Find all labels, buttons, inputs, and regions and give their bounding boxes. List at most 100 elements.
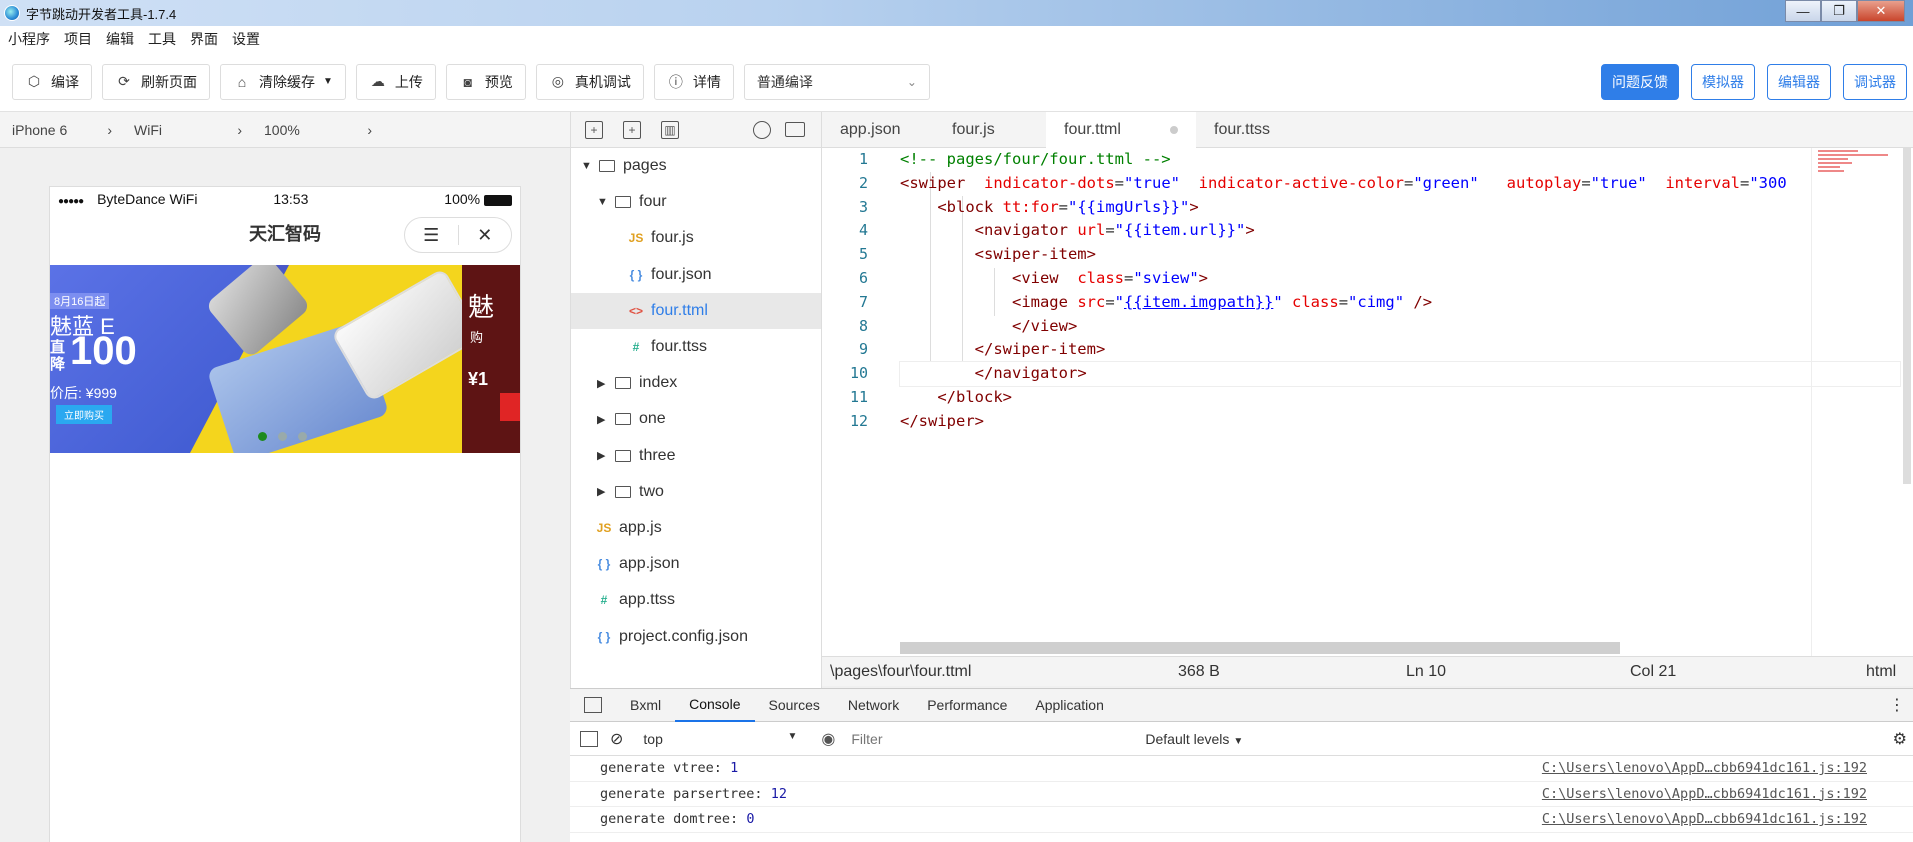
- caret-down-icon[interactable]: ▼: [597, 196, 611, 208]
- unsaved-dot-icon[interactable]: [1170, 126, 1178, 134]
- menu-miniprogram[interactable]: 小程序: [8, 29, 50, 49]
- debugger-toggle[interactable]: 调试器: [1843, 64, 1907, 100]
- code-line[interactable]: <block tt:for="{{imgUrls}}">: [900, 196, 1900, 220]
- gear-icon[interactable]: ⚙: [1893, 729, 1907, 749]
- tree-file[interactable]: { } four.json: [571, 257, 821, 293]
- swiper-banner[interactable]: 8月16日起 魅蓝 E 直降 100 价后: ¥999 立即购买 魅 购 ¥1: [50, 265, 520, 453]
- code-line[interactable]: </swiper-item>: [900, 338, 1900, 362]
- tree-folder[interactable]: ▶ index: [571, 365, 821, 401]
- log-source-link[interactable]: C:\Users\lenovo\AppD…cbb6941dc161.js:192: [1542, 760, 1867, 776]
- delete-icon[interactable]: ▥: [661, 120, 679, 139]
- minimap[interactable]: [1811, 148, 1901, 656]
- menu-project[interactable]: 项目: [64, 29, 92, 49]
- folder-icon[interactable]: [785, 122, 805, 137]
- tree-file[interactable]: # four.ttss: [571, 329, 821, 365]
- code-line[interactable]: </block>: [900, 386, 1900, 410]
- code-line[interactable]: </navigator>: [899, 361, 1901, 387]
- tree-file[interactable]: <> four.ttml: [571, 292, 821, 329]
- sidebar-toggle-icon[interactable]: [580, 730, 598, 747]
- close-icon[interactable]: ✕: [459, 225, 512, 246]
- vertical-scrollbar[interactable]: [1903, 148, 1911, 484]
- console-filter-input[interactable]: [845, 726, 1136, 751]
- editor-toggle[interactable]: 编辑器: [1767, 64, 1831, 100]
- horizontal-scrollbar[interactable]: [900, 642, 1620, 654]
- caret-right-icon[interactable]: ▶: [597, 413, 611, 426]
- menu-icon[interactable]: ☰: [405, 225, 458, 246]
- menu-tools[interactable]: 工具: [148, 29, 176, 49]
- tree-folder[interactable]: ▼ pages: [571, 148, 821, 184]
- zoom-select[interactable]: 100% ›: [252, 122, 382, 138]
- tree-file[interactable]: { } project.config.json: [571, 618, 821, 654]
- tree-file[interactable]: { } app.json: [571, 546, 821, 582]
- tree-file[interactable]: JS app.js: [571, 510, 821, 546]
- tab-app-json[interactable]: app.json: [822, 112, 934, 148]
- new-folder-icon[interactable]: +: [623, 120, 641, 139]
- language-mode[interactable]: html: [1866, 663, 1896, 681]
- indicator-dot[interactable]: [298, 432, 307, 441]
- indicator-dot[interactable]: [258, 432, 267, 441]
- search-icon[interactable]: [753, 120, 771, 139]
- caret-right-icon[interactable]: ▶: [597, 485, 611, 498]
- network-select[interactable]: WiFi ›: [122, 122, 252, 138]
- file-path: \pages\four\four.ttml: [830, 662, 972, 680]
- tree-file[interactable]: JS four.js: [571, 220, 821, 256]
- maximize-button[interactable]: ❐: [1821, 0, 1857, 22]
- menu-edit[interactable]: 编辑: [106, 29, 134, 49]
- menu-settings[interactable]: 设置: [232, 29, 260, 49]
- clear-cache-button[interactable]: ⌂ 清除缓存 ▼: [220, 63, 346, 100]
- clear-console-icon[interactable]: ⊘: [610, 729, 623, 749]
- indicator-dot[interactable]: [278, 432, 287, 441]
- close-button[interactable]: ✕: [1857, 0, 1905, 22]
- caret-right-icon[interactable]: ▶: [597, 377, 611, 390]
- feedback-button[interactable]: 问题反馈: [1601, 64, 1679, 100]
- log-source-link[interactable]: C:\Users\lenovo\AppD…cbb6941dc161.js:192: [1542, 811, 1867, 827]
- upload-button[interactable]: ☁ 上传: [355, 63, 436, 100]
- code-line[interactable]: <!-- pages/four/four.ttml -->: [900, 148, 1900, 172]
- minimize-button[interactable]: —: [1785, 0, 1821, 22]
- log-source-link[interactable]: C:\Users\lenovo\AppD…cbb6941dc161.js:192: [1542, 786, 1867, 802]
- devtools-tab-performance[interactable]: Performance: [913, 689, 1021, 722]
- menu-view[interactable]: 界面: [190, 29, 218, 49]
- tab-four-ttss[interactable]: four.ttss: [1196, 112, 1308, 148]
- code-line[interactable]: <image src="{{item.imgpath}}" class="cim…: [900, 291, 1900, 315]
- details-button[interactable]: ⓘ 详情: [653, 63, 734, 100]
- tab-four-ttml[interactable]: four.ttml: [1046, 112, 1196, 148]
- caret-down-icon[interactable]: ▼: [581, 160, 595, 172]
- tree-folder[interactable]: ▶ one: [571, 401, 821, 437]
- preview-button[interactable]: ◙ 预览: [445, 63, 526, 100]
- refresh-button[interactable]: ⟳ 刷新页面: [102, 63, 210, 100]
- code-line[interactable]: <swiper indicator-dots="true" indicator-…: [900, 172, 1900, 196]
- new-file-icon[interactable]: +: [585, 120, 603, 139]
- device-debug-button[interactable]: ◎ 真机调试: [535, 63, 644, 100]
- compile-button[interactable]: ⬡ 编译: [12, 63, 92, 100]
- tree-file[interactable]: # app.ttss: [571, 582, 821, 618]
- devtools-tab-console[interactable]: Console: [675, 689, 755, 722]
- context-select[interactable]: top ▼: [635, 731, 805, 747]
- device-select[interactable]: iPhone 6 ›: [0, 122, 122, 138]
- code-content[interactable]: <!-- pages/four/four.ttml --> <swiper ind…: [899, 148, 1901, 434]
- tree-folder[interactable]: ▶ three: [571, 438, 821, 474]
- ttss-file-icon: #: [632, 340, 640, 355]
- code-line[interactable]: <swiper-item>: [900, 243, 1900, 267]
- devtools-tab-network[interactable]: Network: [834, 689, 913, 722]
- simulator-toggle[interactable]: 模拟器: [1691, 64, 1755, 100]
- tree-folder[interactable]: ▶ two: [571, 474, 821, 510]
- tree-item-label: app.json: [619, 555, 680, 573]
- banner-buy-button[interactable]: 立即购买: [56, 405, 112, 424]
- code-line[interactable]: <navigator url="{{item.url}}">: [900, 219, 1900, 243]
- devtools-tab-sources[interactable]: Sources: [755, 689, 834, 722]
- more-options-icon[interactable]: ⋮: [1889, 695, 1905, 715]
- tree-folder[interactable]: ▼ four: [571, 184, 821, 220]
- log-levels-select[interactable]: Default levels ▼: [1145, 731, 1243, 747]
- code-line[interactable]: </swiper>: [900, 410, 1900, 434]
- code-line[interactable]: <view class="sview">: [900, 267, 1900, 291]
- devtools-tab-application[interactable]: Application: [1021, 689, 1118, 722]
- code-line[interactable]: </view>: [900, 315, 1900, 339]
- tab-four-js[interactable]: four.js: [934, 112, 1046, 148]
- eye-icon[interactable]: ◉: [821, 729, 835, 749]
- devtools-tab-bxml[interactable]: Bxml: [616, 689, 675, 722]
- code-editor[interactable]: 1 2 3 4 5 6 7 8 9 10 11 12 <!-- pages/four/four.ttm…: [822, 148, 1913, 656]
- caret-right-icon[interactable]: ▶: [597, 449, 611, 462]
- compile-mode-select[interactable]: 普通编译 ⌄: [743, 63, 930, 100]
- inspect-element-icon[interactable]: [584, 697, 602, 713]
